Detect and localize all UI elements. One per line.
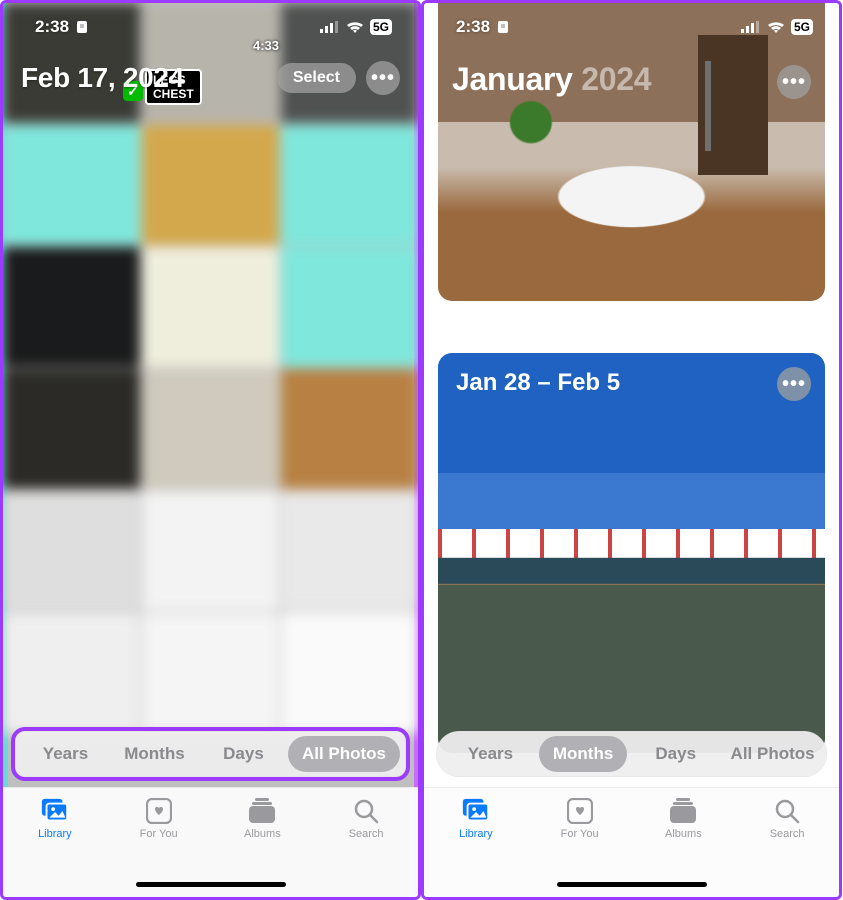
scope-years[interactable]: Years: [442, 736, 539, 772]
tab-for-you[interactable]: For You: [107, 798, 211, 840]
tab-label: Search: [770, 828, 805, 840]
photo-thumb[interactable]: [142, 613, 279, 733]
content-area: 2:38 5G 4:33 ✓ LEGSCHEST Feb 17, 2024: [3, 3, 418, 897]
search-icon: [351, 798, 381, 824]
wifi-icon: [767, 21, 785, 34]
for-you-icon: [565, 798, 595, 824]
header-row: Feb 17, 2024 Select •••: [3, 61, 418, 95]
photo-grid[interactable]: [3, 3, 418, 757]
photo-thumb[interactable]: [281, 125, 418, 245]
tab-library[interactable]: Library: [424, 798, 528, 840]
tab-albums[interactable]: Albums: [632, 798, 736, 840]
tab-bar: Library For You Albums Search: [3, 787, 418, 897]
status-time: 2:38: [456, 17, 490, 37]
photo-thumb[interactable]: [281, 491, 418, 611]
phone-left-all-photos: 2:38 5G 4:33 ✓ LEGSCHEST Feb 17, 2024: [0, 0, 421, 900]
albums-icon: [668, 798, 698, 824]
month-name: January: [452, 61, 573, 97]
week-more-button[interactable]: •••: [777, 367, 811, 401]
phone-right-months: ••• 2:38 5G January 2024: [421, 0, 842, 900]
albums-icon: [247, 798, 277, 824]
tab-label: Search: [349, 828, 384, 840]
tab-label: For You: [140, 828, 178, 840]
tab-search[interactable]: Search: [735, 798, 839, 840]
scope-all-photos[interactable]: All Photos: [724, 736, 821, 772]
home-indicator[interactable]: [136, 882, 286, 887]
tab-label: Albums: [665, 828, 702, 840]
status-bar: 2:38 5G: [424, 3, 839, 51]
library-icon: [461, 798, 491, 824]
photo-thumb[interactable]: [3, 247, 140, 367]
time-scope-segmented[interactable]: Years Months Days All Photos: [15, 731, 406, 777]
library-icon: [40, 798, 70, 824]
week-card[interactable]: Jan 28 – Feb 5 •••: [438, 353, 825, 753]
photo-thumb[interactable]: [142, 247, 279, 367]
photo-thumb[interactable]: [142, 369, 279, 489]
select-button[interactable]: Select: [277, 63, 356, 93]
date-title: Feb 17, 2024: [21, 62, 184, 94]
month-more-button[interactable]: •••: [777, 65, 811, 99]
status-time: 2:38: [35, 17, 69, 37]
tab-label: For You: [561, 828, 599, 840]
scope-days[interactable]: Days: [199, 736, 288, 772]
home-indicator[interactable]: [557, 882, 707, 887]
for-you-icon: [144, 798, 174, 824]
tab-label: Library: [459, 828, 493, 840]
week-range: Jan 28 – Feb 5: [456, 369, 620, 397]
photo-thumb[interactable]: [3, 369, 140, 489]
tab-albums[interactable]: Albums: [211, 798, 315, 840]
status-bar: 2:38 5G: [3, 3, 418, 51]
tab-search[interactable]: Search: [314, 798, 418, 840]
network-badge: 5G: [370, 19, 392, 35]
signal-icon: [741, 21, 761, 33]
month-year: 2024: [581, 61, 651, 97]
tab-for-you[interactable]: For You: [528, 798, 632, 840]
wifi-icon: [346, 21, 364, 34]
scope-all-photos[interactable]: All Photos: [288, 736, 400, 772]
network-badge: 5G: [791, 19, 813, 35]
tab-label: Albums: [244, 828, 281, 840]
photo-thumb[interactable]: [142, 491, 279, 611]
photo-thumb[interactable]: [281, 247, 418, 367]
tab-bar: Library For You Albums Search: [424, 787, 839, 897]
scope-months[interactable]: Months: [110, 736, 199, 772]
tab-library[interactable]: Library: [3, 798, 107, 840]
scope-years[interactable]: Years: [21, 736, 110, 772]
photo-thumb[interactable]: [281, 613, 418, 733]
more-button[interactable]: •••: [366, 61, 400, 95]
photo-thumb[interactable]: [281, 369, 418, 489]
tab-label: Library: [38, 828, 72, 840]
scope-months[interactable]: Months: [539, 736, 627, 772]
search-icon: [772, 798, 802, 824]
signal-icon: [320, 21, 340, 33]
photo-thumb[interactable]: [3, 491, 140, 611]
scope-days[interactable]: Days: [627, 736, 724, 772]
photo-thumb[interactable]: [3, 613, 140, 733]
photo-thumb[interactable]: [142, 125, 279, 245]
month-title: January 2024: [452, 61, 651, 98]
card-icon: [496, 20, 510, 34]
card-icon: [75, 20, 89, 34]
photo-thumb[interactable]: [3, 125, 140, 245]
content-area: ••• 2:38 5G January 2024: [424, 3, 839, 897]
time-scope-segmented[interactable]: Years Months Days All Photos: [436, 731, 827, 777]
